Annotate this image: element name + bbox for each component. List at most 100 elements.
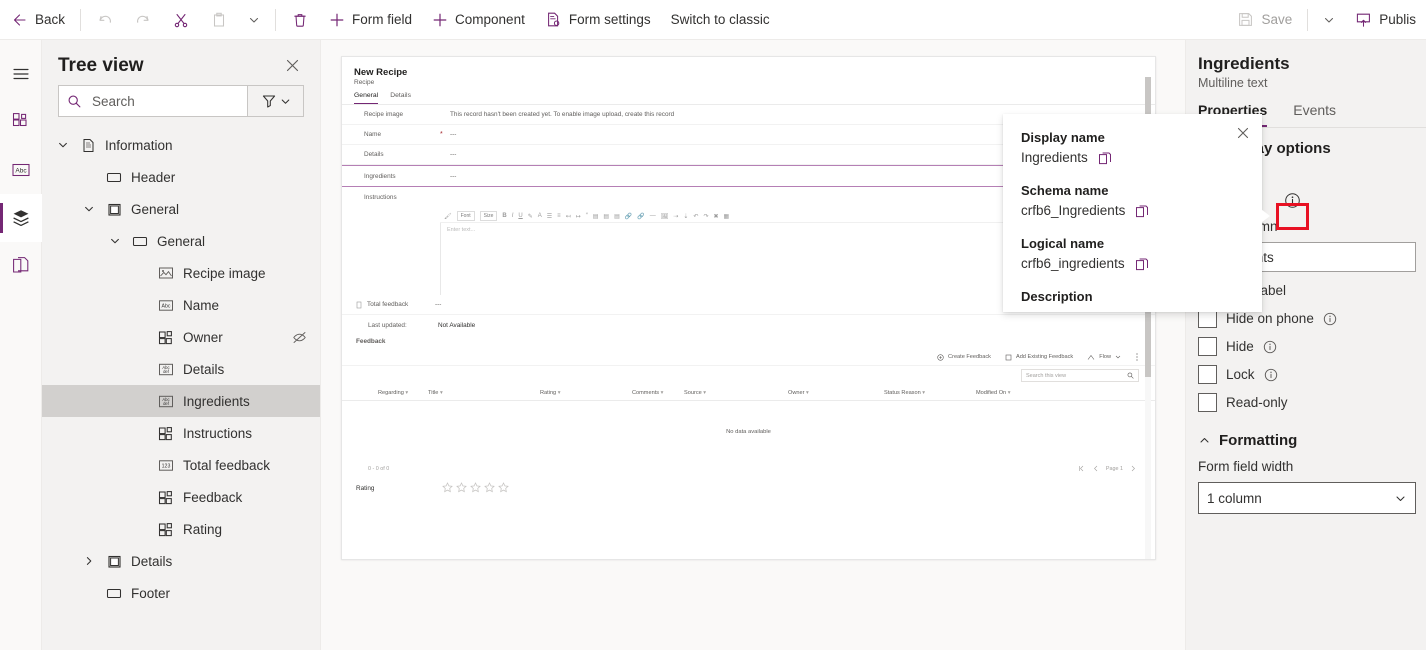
chevron-right-icon[interactable] (76, 555, 102, 567)
add-existing-feedback-button[interactable]: Add Existing Feedback (1005, 354, 1073, 361)
cut-button[interactable] (163, 4, 199, 36)
copy-icon[interactable] (1135, 257, 1149, 271)
tree-node-instructions[interactable]: Instructions (42, 417, 320, 449)
rte-rtl-icon[interactable]: ⇣ (683, 213, 688, 220)
copy-icon[interactable] (1098, 151, 1112, 165)
subgrid-column-header[interactable]: Rating ▾ (540, 390, 632, 396)
rte-number-list-icon[interactable]: ≡ (557, 213, 561, 219)
paste-options-button[interactable] (239, 4, 269, 36)
subgrid-search-box[interactable]: Search this view (1021, 369, 1139, 382)
rte-clear-format-icon[interactable]: ✖ (713, 213, 718, 220)
tree-node-name[interactable]: Abc Name (42, 289, 320, 321)
rte-horizontal-rule-icon[interactable]: — (650, 213, 656, 219)
checkbox-box[interactable] (1198, 393, 1217, 412)
rte-outdent-icon[interactable]: ↤ (566, 213, 571, 220)
rte-ltr-icon[interactable]: ⇢ (673, 213, 678, 220)
rail-pages-button[interactable] (0, 242, 42, 290)
form-settings-button[interactable]: Form settings (536, 4, 660, 36)
rating-star[interactable] (456, 481, 467, 495)
rating-star[interactable] (442, 481, 453, 495)
tab-events[interactable]: Events (1293, 102, 1336, 127)
hidden-eye-icon[interactable] (288, 330, 310, 345)
page-prev-icon[interactable] (1092, 465, 1099, 472)
rte-undo-icon[interactable]: ↶ (693, 213, 698, 220)
tree-node-details[interactable]: Abc def Details (42, 353, 320, 385)
subgrid-column-header[interactable]: Source ▾ (684, 390, 788, 396)
tree-node-rating[interactable]: Rating (42, 513, 320, 545)
rte-italic-button[interactable]: I (512, 213, 514, 219)
form-field-button[interactable]: Form field (320, 4, 421, 36)
rte-align-left-icon[interactable]: ▤ (593, 213, 599, 220)
form-tab-details[interactable]: Details (390, 92, 411, 104)
form-tab-general[interactable]: General (354, 92, 379, 104)
flow-button[interactable]: Flow (1087, 354, 1121, 361)
rte-bullet-list-icon[interactable]: ☰ (547, 213, 552, 220)
tree-node-recipe-image[interactable]: Recipe image (42, 257, 320, 289)
close-callout-button[interactable] (1232, 122, 1254, 144)
form-field-width-select[interactable]: 1 column (1198, 482, 1416, 514)
tree-node-footer[interactable]: Footer (42, 577, 320, 609)
info-icon[interactable] (1323, 312, 1337, 326)
subgrid-column-header[interactable]: Modified On ▾ (976, 390, 1072, 396)
rte-font-select[interactable]: Font (456, 211, 475, 221)
copy-icon[interactable] (1135, 204, 1149, 218)
rte-link-icon[interactable]: 🔗 (625, 213, 632, 220)
create-feedback-button[interactable]: Create Feedback (937, 353, 991, 361)
tree-node-header[interactable]: Header (42, 161, 320, 193)
tree-node-owner[interactable]: Owner (42, 321, 320, 353)
rte-table-icon[interactable]: ▦ (724, 213, 730, 220)
subgrid-column-header[interactable]: Title ▾ (428, 390, 540, 396)
paste-button[interactable] (201, 4, 237, 36)
redo-button[interactable] (125, 4, 161, 36)
subgrid-column-header[interactable]: Regarding ▾ (342, 390, 428, 396)
info-icon[interactable] (1264, 368, 1278, 382)
rail-menu-button[interactable] (0, 50, 42, 98)
info-icon[interactable] (1263, 340, 1277, 354)
rating-star[interactable] (498, 481, 509, 495)
rte-align-right-icon[interactable]: ▤ (614, 213, 620, 220)
save-button[interactable]: Save (1228, 4, 1301, 36)
checkbox-lock[interactable]: Lock (1186, 356, 1426, 384)
rte-bold-button[interactable]: B (502, 213, 506, 219)
rte-unlink-icon[interactable]: 🔗 (637, 213, 644, 220)
subgrid-column-header[interactable]: Comments ▾ (632, 390, 684, 396)
tree-node-total-feedback[interactable]: 123 Total feedback (42, 449, 320, 481)
checkbox-box[interactable] (1198, 365, 1217, 384)
rte-underline-button[interactable]: U (518, 213, 522, 219)
rail-components-button[interactable] (0, 98, 42, 146)
rte-highlight-icon[interactable]: ✎ (528, 213, 533, 220)
formatting-section-header[interactable]: Formatting (1186, 412, 1426, 455)
rating-star[interactable] (484, 481, 495, 495)
info-icon[interactable] (1284, 192, 1301, 209)
rte-blockquote-icon[interactable]: “ (586, 213, 588, 219)
rte-font-color-icon[interactable]: A (538, 213, 542, 219)
close-tree-view-button[interactable] (281, 54, 304, 77)
subgrid-column-header[interactable]: Owner ▾ (788, 390, 884, 396)
tree-node-details[interactable]: Details (42, 545, 320, 577)
rail-tree-view-button[interactable] (0, 194, 42, 242)
rte-indent-icon[interactable]: ↦ (576, 213, 581, 220)
tree-node-general[interactable]: General (42, 193, 320, 225)
rating-star[interactable] (470, 481, 481, 495)
tree-node-feedback[interactable]: Feedback (42, 481, 320, 513)
overflow-menu-button[interactable] (1135, 352, 1139, 362)
component-button[interactable]: Component (423, 4, 534, 36)
page-next-icon[interactable] (1130, 465, 1137, 472)
rating-stars[interactable] (442, 481, 509, 495)
checkbox-box[interactable] (1198, 337, 1217, 356)
tree-node-information[interactable]: Information (42, 129, 320, 161)
tree-node-ingredients[interactable]: Abc def Ingredients (42, 385, 320, 417)
checkbox-read-only[interactable]: Read-only (1186, 384, 1426, 412)
rte-redo-icon[interactable]: ↷ (703, 213, 708, 220)
save-options-button[interactable] (1314, 4, 1344, 36)
page-first-icon[interactable] (1078, 465, 1085, 472)
chevron-down-icon[interactable] (50, 139, 76, 151)
undo-button[interactable] (87, 4, 123, 36)
publish-button[interactable]: Publis (1346, 4, 1425, 36)
form-row-rating[interactable]: Rating (342, 476, 1155, 500)
subgrid-column-header[interactable]: Status Reason ▾ (884, 390, 976, 396)
back-button[interactable]: Back (1, 4, 74, 36)
rte-align-center-icon[interactable]: ▤ (603, 213, 609, 220)
filter-button[interactable] (248, 85, 304, 117)
rail-fields-button[interactable]: Abc (0, 146, 42, 194)
